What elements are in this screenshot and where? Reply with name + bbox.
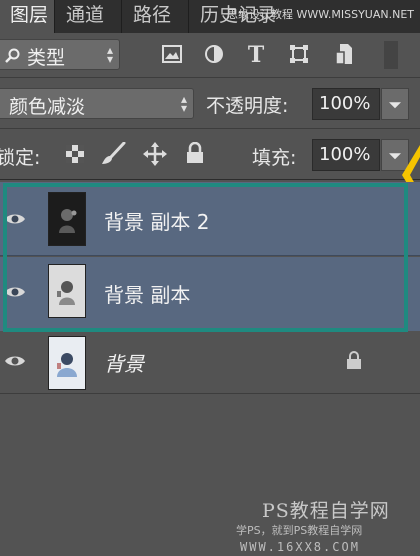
visibility-eye-icon[interactable] bbox=[4, 212, 26, 226]
layer-name[interactable]: 背景 副本 bbox=[104, 279, 190, 308]
tab-layers[interactable]: 图层 bbox=[0, 0, 55, 33]
opacity-input[interactable]: 100% bbox=[312, 88, 380, 120]
chevron-down-icon bbox=[389, 102, 401, 109]
panel-tab-bar: 图层 通道 路径 历史记录 思缘设计教程 WWW.MISSYUAN.NET bbox=[0, 0, 420, 33]
lock-position-icon[interactable] bbox=[143, 142, 167, 166]
lock-transparent-pixels-icon[interactable] bbox=[66, 145, 84, 163]
filter-toggle[interactable] bbox=[384, 41, 398, 69]
adjustment-filter-icon[interactable] bbox=[204, 44, 224, 64]
filter-kind-label: 类型 bbox=[27, 47, 66, 69]
opacity-label: 不透明度: bbox=[206, 95, 289, 117]
layer-thumbnail bbox=[48, 336, 86, 390]
blend-mode-select[interactable]: 颜色减淡 ▴ ▾ bbox=[0, 88, 194, 119]
opacity-dropdown-button[interactable] bbox=[381, 88, 409, 120]
layer-thumbnail bbox=[48, 264, 86, 318]
watermark-top: 思缘设计教程 WWW.MISSYUAN.NET bbox=[227, 8, 414, 21]
lock-label: 锁定: bbox=[0, 147, 41, 169]
lock-row: 锁定: 填充: 100% bbox=[0, 129, 420, 180]
layer-thumbnail bbox=[48, 192, 86, 246]
shape-filter-icon[interactable] bbox=[289, 44, 309, 64]
tab-channels[interactable]: 通道 bbox=[56, 0, 122, 33]
lock-all-icon[interactable] bbox=[186, 142, 204, 164]
visibility-eye-icon[interactable] bbox=[4, 285, 26, 299]
layer-row-background[interactable]: 背景 bbox=[0, 332, 420, 394]
lock-image-pixels-icon[interactable] bbox=[100, 142, 126, 166]
visibility-eye-icon[interactable] bbox=[4, 354, 26, 368]
svg-text:T: T bbox=[248, 43, 265, 65]
filter-row: 类型 ▴ ▾ T bbox=[0, 33, 420, 78]
updown-arrows-icon: ▴ ▾ bbox=[180, 91, 187, 115]
watermark-subtitle: 学PS，就到PS教程自学网 bbox=[236, 524, 363, 537]
filter-kind-select[interactable]: 类型 ▴ ▾ bbox=[0, 39, 120, 70]
smart-object-filter-icon[interactable] bbox=[334, 43, 354, 65]
layer-name[interactable]: 背景 bbox=[104, 348, 144, 377]
updown-arrows-icon: ▴ ▾ bbox=[106, 42, 113, 66]
layer-locked-icon[interactable] bbox=[346, 350, 362, 370]
watermark-url: WWW.16XX8.COM bbox=[240, 540, 360, 554]
blend-row: 颜色减淡 ▴ ▾ 不透明度: 100% bbox=[0, 78, 420, 129]
tab-paths[interactable]: 路径 bbox=[123, 0, 189, 33]
fill-input[interactable]: 100% bbox=[312, 139, 380, 171]
layer-row-background-copy-2[interactable]: 背景 副本 2 bbox=[0, 182, 420, 256]
blend-mode-label: 颜色减淡 bbox=[9, 96, 86, 118]
image-filter-icon[interactable] bbox=[162, 45, 182, 63]
watermark-title: PS教程自学网 bbox=[262, 500, 390, 522]
type-filter-icon[interactable]: T bbox=[246, 43, 266, 65]
fill-label: 填充: bbox=[252, 147, 297, 169]
layer-name[interactable]: 背景 副本 2 bbox=[104, 206, 209, 235]
layer-row-background-copy[interactable]: 背景 副本 bbox=[0, 257, 420, 331]
search-icon bbox=[5, 48, 20, 63]
